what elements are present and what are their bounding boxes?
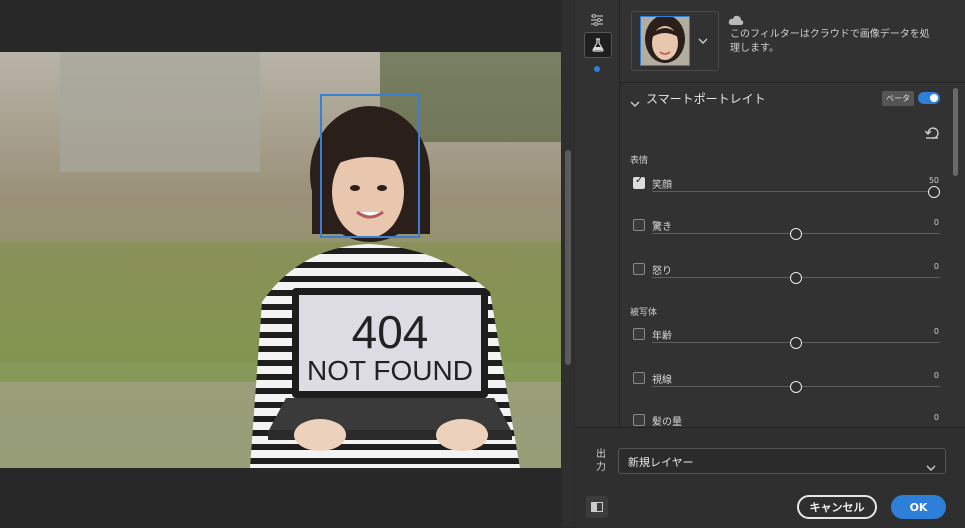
canvas-scroll-thumb[interactable] (565, 150, 571, 365)
group-label-expression: 表情 (630, 156, 649, 166)
slider-value: 0 (933, 414, 939, 422)
canvas-area: 404 NOT FOUND (0, 0, 561, 527)
photo-image: 404 NOT FOUND (0, 52, 561, 468)
smart-portrait-header[interactable]: スマートポートレイト ベータ (620, 84, 965, 112)
age-checkbox[interactable] (633, 328, 645, 340)
smile-checkbox[interactable] (633, 175, 645, 189)
slider-label: 視線 (652, 375, 672, 386)
slider-knob[interactable] (790, 381, 802, 393)
group-label-subject: 被写体 (630, 308, 658, 318)
adjust-sliders-icon[interactable] (584, 8, 610, 32)
slider-label: 笑顔 (652, 180, 672, 191)
active-indicator-dot (594, 66, 600, 72)
output-select[interactable]: 新規レイヤー (618, 448, 946, 474)
slider-label: 驚き (652, 222, 672, 233)
slider-knob[interactable] (928, 186, 940, 198)
slider-row-anger: 怒り 0 (620, 262, 965, 303)
slider-value: 0 (933, 218, 939, 227)
filter-toolstrip (575, 0, 620, 427)
output-value: 新規レイヤー (628, 456, 694, 469)
slider-value: 0 (933, 327, 939, 336)
anger-checkbox[interactable] (633, 263, 645, 275)
panel-scroll-thumb[interactable] (953, 88, 958, 176)
gaze-checkbox[interactable] (633, 372, 645, 384)
laptop-text-404: 404 (352, 306, 429, 358)
slider-knob[interactable] (790, 337, 802, 349)
neural-filter-panel: このフィルターはクラウドで画像データを処理します。 スマートポートレイト ベータ… (620, 0, 965, 427)
slider-knob[interactable] (790, 272, 802, 284)
slider-row-surprise: 驚き 0 (620, 218, 965, 259)
slider-knob[interactable] (790, 228, 802, 240)
photo-preview[interactable]: 404 NOT FOUND (0, 52, 561, 468)
slider-track[interactable] (652, 191, 940, 192)
slider-row-gaze: 視線 0 (620, 371, 965, 412)
ok-button[interactable]: OK (891, 495, 946, 519)
reset-icon[interactable] (924, 124, 939, 143)
cancel-button[interactable]: キャンセル (797, 495, 877, 519)
panel-header: このフィルターはクラウドで画像データを処理します。 (620, 0, 965, 83)
hair-checkbox[interactable] (633, 414, 645, 426)
slider-label: 怒り (652, 266, 672, 277)
canvas-scrollbar[interactable] (562, 0, 574, 527)
compare-toggle-icon[interactable] (586, 496, 608, 518)
slider-value: 0 (933, 262, 939, 271)
face-thumbnail (640, 16, 690, 66)
filter-toggle[interactable] (918, 92, 940, 104)
output-label: 出力 (596, 449, 606, 473)
beta-flask-icon[interactable] (584, 32, 612, 58)
slider-value: 0 (933, 371, 939, 380)
slider-row-hair: 髪の量 0 (620, 414, 965, 427)
bottom-bar: 出力 新規レイヤー キャンセル OK (575, 427, 965, 528)
slider-row-age: 年齢 0 (620, 327, 965, 368)
slider-label: 年齢 (652, 331, 672, 342)
beta-badge: ベータ (882, 91, 914, 106)
slider-row-smile: 笑顔 50 (620, 175, 965, 217)
cloud-processing-note: このフィルターはクラウドで画像データを処理します。 (730, 29, 930, 54)
face-selector[interactable] (631, 11, 719, 71)
slider-value: 50 (928, 176, 939, 185)
surprise-checkbox[interactable] (633, 219, 645, 231)
slider-label: 髪の量 (652, 417, 682, 427)
chevron-down-icon (926, 457, 936, 476)
section-title: スマートポートレイト (646, 92, 766, 106)
collapse-chevron-icon[interactable] (630, 93, 640, 112)
laptop-text-notfound: NOT FOUND (307, 355, 473, 386)
chevron-down-icon[interactable] (698, 30, 708, 49)
